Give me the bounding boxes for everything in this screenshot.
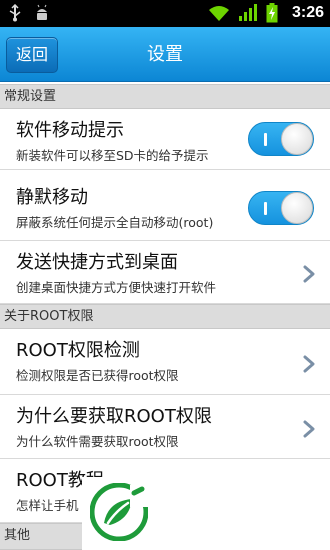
wifi-icon — [208, 6, 229, 21]
leaf-logo-icon — [90, 483, 148, 541]
setting-row-silent-move[interactable]: 静默移动 屏蔽系统任何提示全自动移动(root) — [0, 176, 330, 241]
title-bar: 返回 设置 — [0, 27, 330, 82]
logo-overlay — [82, 477, 330, 550]
clock: 3:26 — [291, 4, 324, 21]
setting-subtitle: 新装软件可以移至SD卡的给予提示 — [16, 148, 209, 163]
chevron-right-icon — [303, 420, 315, 438]
setting-subtitle: 为什么软件需要获取root权限 — [16, 434, 179, 449]
setting-title: 静默移动 — [16, 187, 88, 208]
chevron-right-icon — [303, 355, 315, 373]
toggle-on-indicator — [264, 133, 267, 146]
section-header-root: 关于ROOT权限 — [0, 304, 330, 329]
setting-subtitle: 检测权限是否已获得root权限 — [16, 368, 179, 383]
setting-row-root-check[interactable]: ROOT权限检测 检测权限是否已获得root权限 — [0, 329, 330, 395]
setting-title: 发送快捷方式到桌面 — [16, 252, 178, 273]
setting-subtitle: 怎样让手机 — [16, 498, 79, 513]
toggle-knob — [281, 123, 313, 155]
setting-subtitle: 创建桌面快捷方式方便快速打开软件 — [16, 280, 217, 295]
setting-title: 为什么要获取ROOT权限 — [16, 406, 212, 427]
status-bar: 3:26 — [0, 0, 330, 27]
android-debug-icon — [37, 4, 47, 20]
setting-title: 软件移动提示 — [16, 120, 124, 141]
setting-row-why-root[interactable]: 为什么要获取ROOT权限 为什么软件需要获取root权限 — [0, 395, 330, 459]
page-title: 设置 — [147, 44, 183, 65]
silent-move-toggle[interactable] — [248, 191, 314, 225]
toggle-knob — [281, 192, 313, 224]
signal-icon — [238, 4, 257, 21]
setting-row-move-notice[interactable]: 软件移动提示 新装软件可以移至SD卡的给予提示 — [0, 109, 330, 170]
setting-row-shortcut[interactable]: 发送快捷方式到桌面 创建桌面快捷方式方便快速打开软件 — [0, 241, 330, 304]
setting-title: ROOT权限检测 — [16, 340, 140, 361]
setting-subtitle: 屏蔽系统任何提示全自动移动(root) — [16, 215, 214, 230]
section-header-general: 常规设置 — [0, 84, 330, 109]
battery-charging-icon — [266, 3, 278, 23]
chevron-right-icon — [303, 265, 315, 283]
toggle-on-indicator — [264, 202, 267, 215]
usb-icon — [9, 4, 21, 22]
move-notice-toggle[interactable] — [248, 122, 314, 156]
